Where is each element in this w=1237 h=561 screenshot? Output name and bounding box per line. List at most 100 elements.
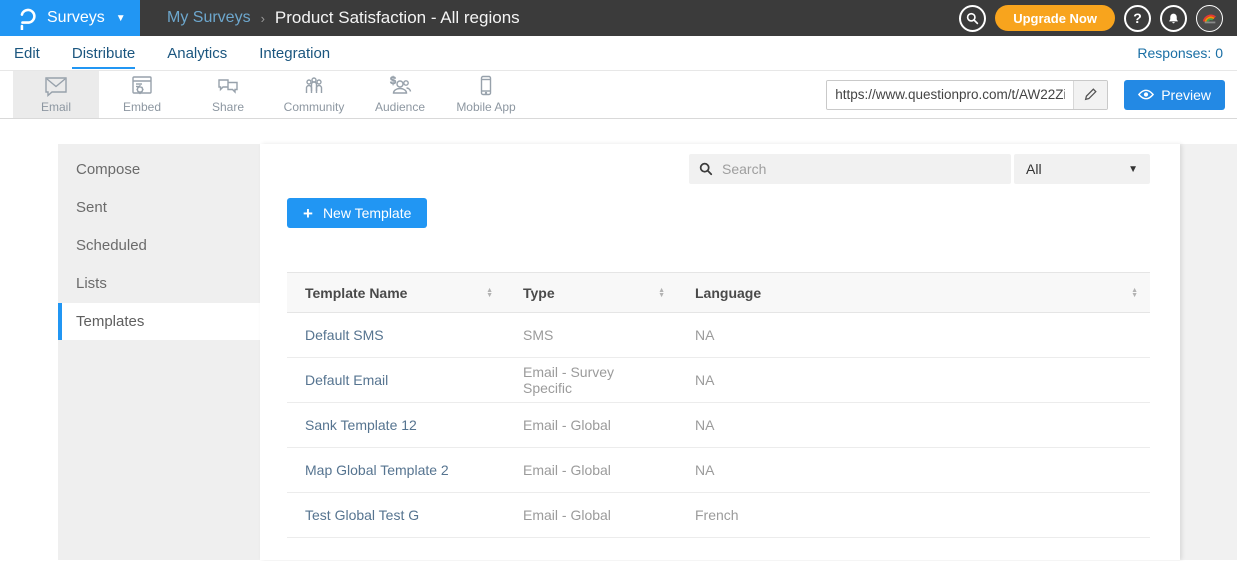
toolbar-item-share[interactable]: Share: [185, 71, 271, 118]
type-filter-dropdown[interactable]: All ▼: [1014, 154, 1150, 184]
preview-button[interactable]: Preview: [1124, 80, 1225, 110]
sidebar-item-lists[interactable]: Lists: [58, 265, 260, 302]
pencil-icon: [1084, 88, 1097, 101]
audience-icon: $: [386, 72, 414, 98]
survey-nav-tabs: Edit Distribute Analytics Integration Respo…: [0, 36, 1237, 71]
template-language-cell: NA: [677, 448, 1150, 493]
svg-text:$: $: [390, 75, 396, 87]
template-name-cell[interactable]: Test Global Test G: [287, 493, 505, 538]
preview-label: Preview: [1161, 87, 1211, 103]
template-language-cell: NA: [677, 313, 1150, 358]
toolbar-item-mobile-app[interactable]: Mobile App: [443, 71, 529, 118]
toolbar-item-label: Audience: [375, 100, 425, 114]
survey-url-field: [826, 80, 1108, 110]
chevron-down-icon: ▼: [116, 13, 126, 24]
survey-url-input[interactable]: [827, 81, 1073, 109]
column-header-template-name[interactable]: Template Name ▲▼: [287, 273, 505, 313]
template-type-cell: SMS: [505, 313, 677, 358]
chevron-down-icon: ▼: [1128, 164, 1138, 175]
toolbar-item-label: Share: [212, 100, 244, 114]
search-icon: [966, 12, 979, 25]
search-icon: [699, 162, 713, 176]
email-icon: [43, 72, 69, 98]
template-language-cell: NA: [677, 358, 1150, 403]
tab-analytics[interactable]: Analytics: [167, 38, 227, 69]
questionpro-logo-icon: [16, 6, 38, 30]
breadcrumb: My Surveys › Product Satisfaction - All …: [140, 0, 959, 36]
upgrade-now-button[interactable]: Upgrade Now: [995, 5, 1115, 31]
right-gutter: [1180, 144, 1237, 560]
template-search-input[interactable]: [722, 161, 1001, 177]
content-area: ComposeSentScheduledListsTemplates All ▼…: [0, 119, 1237, 560]
template-type-cell: Email - Global: [505, 493, 677, 538]
help-button[interactable]: ?: [1124, 5, 1151, 32]
notifications-button[interactable]: [1160, 5, 1187, 32]
left-gutter: [0, 144, 58, 560]
toolbar-item-label: Email: [41, 100, 71, 114]
table-row: Default SMSSMSNA: [287, 313, 1150, 358]
product-switcher[interactable]: Surveys ▼: [0, 0, 140, 36]
tab-edit[interactable]: Edit: [14, 38, 40, 69]
community-icon: [301, 72, 327, 98]
share-icon: [215, 72, 241, 98]
filter-selected-value: All: [1026, 161, 1042, 177]
toolbar-item-audience[interactable]: $ Audience: [357, 71, 443, 118]
top-bar: Surveys ▼ My Surveys › Product Satisfact…: [0, 0, 1237, 36]
global-search-button[interactable]: [959, 5, 986, 32]
templates-table: Template Name ▲▼ Type ▲▼ Language ▲▼ Default …: [287, 272, 1150, 538]
tab-integration[interactable]: Integration: [259, 38, 330, 69]
responses-count[interactable]: Responses: 0: [1137, 45, 1223, 61]
toolbar-item-label: Community: [284, 100, 345, 114]
table-row: Sank Template 12Email - GlobalNA: [287, 403, 1150, 448]
column-label: Language: [695, 285, 761, 301]
template-name-cell[interactable]: Default Email: [287, 358, 505, 403]
toolbar-item-embed[interactable]: Embed: [99, 71, 185, 118]
bell-icon: [1167, 12, 1180, 25]
eye-icon: [1138, 89, 1154, 100]
sidebar-item-sent[interactable]: Sent: [58, 189, 260, 226]
sort-icon[interactable]: ▲▼: [486, 288, 493, 298]
table-row: Default EmailEmail - Survey SpecificNA: [287, 358, 1150, 403]
embed-icon: [129, 72, 155, 98]
avatar-logo-icon: [1201, 10, 1219, 26]
template-name-cell[interactable]: Default SMS: [287, 313, 505, 358]
template-search-box: [689, 154, 1011, 184]
survey-title: Product Satisfaction - All regions: [275, 8, 520, 28]
topbar-actions: Upgrade Now ?: [959, 0, 1237, 36]
sort-icon[interactable]: ▲▼: [1131, 288, 1138, 298]
toolbar-item-email[interactable]: Email: [13, 71, 99, 118]
breadcrumb-separator: ›: [261, 11, 265, 26]
email-sidebar: ComposeSentScheduledListsTemplates: [58, 144, 260, 560]
new-template-label: New Template: [323, 205, 411, 221]
plus-icon: +: [303, 205, 313, 222]
template-type-cell: Email - Global: [505, 448, 677, 493]
template-name-cell[interactable]: Map Global Template 2: [287, 448, 505, 493]
mobile-app-icon: [473, 72, 499, 98]
product-name: Surveys: [47, 9, 105, 27]
user-avatar[interactable]: [1196, 5, 1223, 32]
template-name-cell[interactable]: Sank Template 12: [287, 403, 505, 448]
table-row: Map Global Template 2Email - GlobalNA: [287, 448, 1150, 493]
sidebar-item-templates[interactable]: Templates: [58, 303, 260, 340]
toolbar-item-label: Mobile App: [456, 100, 515, 114]
column-header-language[interactable]: Language ▲▼: [677, 273, 1150, 313]
sort-icon[interactable]: ▲▼: [658, 288, 665, 298]
new-template-button[interactable]: + New Template: [287, 198, 427, 228]
column-label: Type: [523, 285, 555, 301]
template-language-cell: French: [677, 493, 1150, 538]
templates-panel: All ▼ + New Template Template Name▲▼Type…: [260, 144, 1180, 560]
template-type-cell: Email - Survey Specific: [505, 358, 677, 403]
column-label: Template Name: [305, 285, 407, 301]
tab-distribute[interactable]: Distribute: [72, 38, 135, 69]
distribute-toolbar: Email Embed Share Community $ Audience Mobile …: [0, 71, 1237, 119]
column-header-type[interactable]: Type ▲▼: [505, 273, 677, 313]
toolbar-item-label: Embed: [123, 100, 161, 114]
breadcrumb-my-surveys[interactable]: My Surveys: [167, 9, 251, 27]
edit-url-button[interactable]: [1073, 81, 1107, 109]
sidebar-item-scheduled[interactable]: Scheduled: [58, 227, 260, 264]
toolbar-item-community[interactable]: Community: [271, 71, 357, 118]
table-row: Test Global Test GEmail - GlobalFrench: [287, 493, 1150, 538]
template-type-cell: Email - Global: [505, 403, 677, 448]
sidebar-item-compose[interactable]: Compose: [58, 151, 260, 188]
template-language-cell: NA: [677, 403, 1150, 448]
